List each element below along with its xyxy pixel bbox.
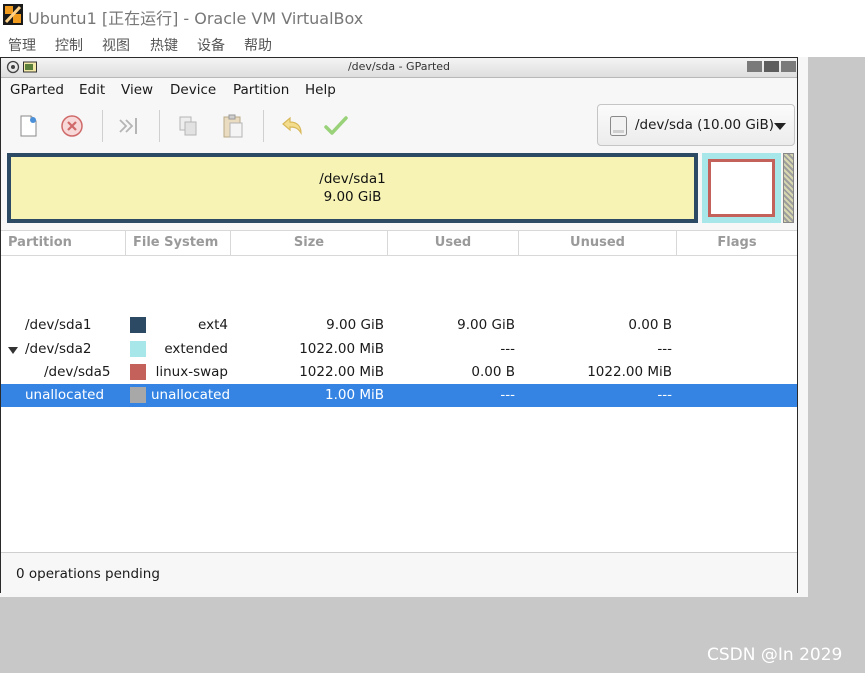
status-bar: 0 operations pending — [1, 552, 797, 593]
host-menu-hotkeys[interactable]: 热键 — [150, 35, 178, 55]
menu-view[interactable]: View — [121, 82, 153, 98]
apply-button[interactable] — [321, 111, 351, 141]
cell-size: 9.00 GiB — [326, 317, 384, 333]
host-menu-devices[interactable]: 设备 — [197, 35, 225, 55]
cell-partition: /dev/sda2 — [25, 341, 92, 357]
new-partition-button[interactable] — [13, 111, 43, 141]
toolbar-separator — [159, 110, 160, 142]
partition-block-sda1[interactable]: /dev/sda1 9.00 GiB — [7, 153, 698, 223]
cell-unused: 1022.00 MiB — [587, 364, 672, 380]
cell-unused: --- — [657, 387, 672, 403]
partition-block-unallocated[interactable] — [783, 153, 794, 223]
cell-used: 0.00 B — [471, 364, 515, 380]
partition-table: Partition File System Size Used Unused F… — [1, 230, 797, 552]
chevron-down-icon — [774, 123, 786, 130]
virtualbox-titlebar: Ubuntu1 [正在运行] - Oracle VM VirtualBox — [0, 0, 865, 31]
partition-block-name: /dev/sda1 — [319, 171, 386, 187]
column-header-size[interactable]: Size — [231, 231, 388, 255]
cell-file-system: ext4 — [198, 317, 228, 333]
expander-triangle-icon[interactable] — [8, 347, 18, 354]
device-selector-label: /dev/sda (10.00 GiB) — [635, 117, 775, 133]
cell-file-system: unallocated — [151, 387, 231, 403]
menu-edit[interactable]: Edit — [79, 82, 105, 98]
toolbar-separator — [102, 110, 103, 142]
table-row[interactable]: /dev/sda2 extended 1022.00 MiB --- --- — [1, 338, 797, 361]
menu-partition[interactable]: Partition — [233, 82, 289, 98]
fs-color-swatch — [130, 364, 146, 380]
column-header-partition[interactable]: Partition — [1, 231, 126, 255]
maximize-button[interactable] — [764, 61, 779, 72]
cell-used: 9.00 GiB — [457, 317, 515, 333]
toolbar-separator — [263, 110, 264, 142]
column-header-flags[interactable]: Flags — [677, 231, 797, 255]
gparted-menubar: GParted Edit View Device Partition Help — [1, 78, 797, 102]
cell-size: 1.00 MiB — [324, 387, 384, 403]
cell-unused: 0.00 B — [628, 317, 672, 333]
cell-used: --- — [500, 387, 515, 403]
partition-block-sda5-swap[interactable] — [708, 159, 775, 217]
cell-partition: /dev/sda1 — [25, 317, 92, 333]
copy-icon — [179, 116, 197, 136]
virtualbox-menubar: 管理 控制 视图 热键 设备 帮助 — [0, 31, 865, 57]
operations-pending-status: 0 operations pending — [16, 566, 160, 582]
resize-move-button[interactable] — [114, 111, 144, 141]
virtualbox-logo-icon — [3, 4, 23, 25]
partition-block-size: 9.00 GiB — [323, 189, 382, 205]
host-menu-manage[interactable]: 管理 — [8, 35, 36, 55]
cell-size: 1022.00 MiB — [299, 364, 384, 380]
gparted-toolbar: /dev/sda (10.00 GiB) — [1, 102, 797, 150]
cell-unused: --- — [657, 341, 672, 357]
host-menu-control[interactable]: 控制 — [55, 35, 83, 55]
partition-block-sda2-extended[interactable] — [702, 153, 781, 223]
fs-color-swatch — [130, 341, 146, 357]
new-partition-icon — [20, 115, 37, 137]
fs-color-swatch — [130, 317, 146, 333]
column-header-file-system[interactable]: File System — [126, 231, 231, 255]
undo-icon — [282, 116, 302, 136]
delete-icon — [61, 115, 83, 137]
copy-button[interactable] — [173, 111, 203, 141]
fs-color-swatch — [130, 387, 146, 403]
cell-size: 1022.00 MiB — [299, 341, 384, 357]
resize-move-icon — [119, 118, 137, 134]
column-header-unused[interactable]: Unused — [519, 231, 677, 255]
window-title: Ubuntu1 [正在运行] - Oracle VM VirtualBox — [28, 9, 364, 28]
paste-icon — [223, 114, 243, 138]
partition-graphic: /dev/sda1 9.00 GiB — [1, 150, 797, 230]
delete-partition-button[interactable] — [57, 111, 87, 141]
device-selector[interactable]: /dev/sda (10.00 GiB) — [597, 104, 795, 146]
menu-gparted[interactable]: GParted — [10, 82, 64, 98]
table-row[interactable]: /dev/sda5 linux-swap 1022.00 MiB 0.00 B … — [1, 361, 797, 384]
column-header-used[interactable]: Used — [388, 231, 519, 255]
table-row[interactable]: /dev/sda1 ext4 9.00 GiB 9.00 GiB 0.00 B — [1, 314, 797, 337]
gparted-window-title: /dev/sda - GParted — [347, 60, 451, 73]
cell-used: --- — [500, 341, 515, 357]
cell-partition: /dev/sda5 — [44, 364, 111, 380]
host-menu-help[interactable]: 帮助 — [244, 35, 272, 55]
minimize-button[interactable] — [747, 61, 762, 72]
cell-file-system: linux-swap — [155, 364, 228, 380]
cell-file-system: extended — [164, 341, 228, 357]
table-row-selected[interactable]: unallocated unallocated 1.00 MiB --- --- — [1, 384, 797, 407]
apply-checkmark-icon — [324, 116, 348, 135]
gparted-titlebar: /dev/sda - GParted — [1, 58, 797, 78]
undo-button[interactable] — [277, 111, 307, 141]
host-menu-view[interactable]: 视图 — [102, 35, 130, 55]
table-header: Partition File System Size Used Unused F… — [1, 230, 797, 256]
gparted-window: /dev/sda - GParted GParted Edit View Dev… — [0, 57, 798, 593]
menu-device[interactable]: Device — [170, 82, 216, 98]
close-button[interactable] — [781, 61, 796, 72]
disk-drive-icon — [610, 116, 627, 136]
cell-partition: unallocated — [25, 387, 105, 403]
paste-button[interactable] — [218, 111, 248, 141]
watermark-text: CSDN @In 2029 — [707, 645, 843, 665]
menu-help[interactable]: Help — [305, 82, 336, 98]
